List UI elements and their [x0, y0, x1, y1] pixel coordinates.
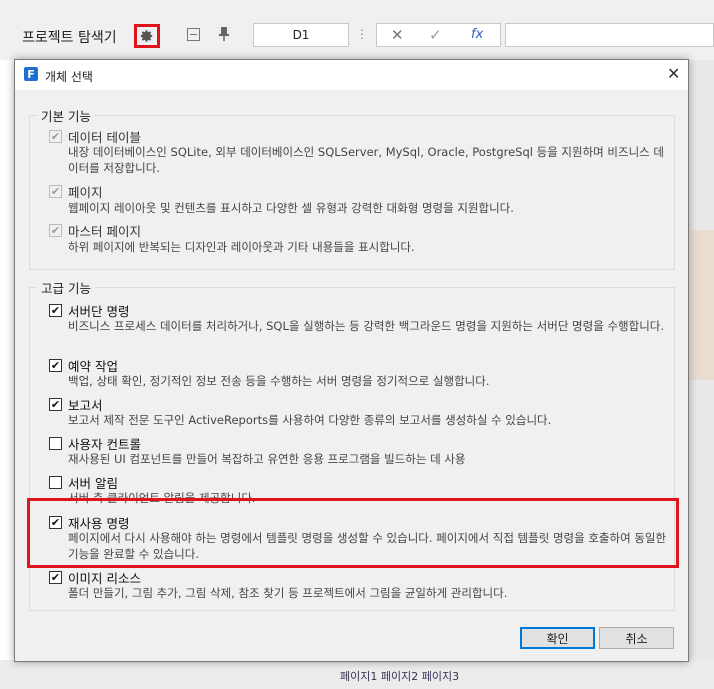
- checkbox-server-notification[interactable]: [49, 476, 62, 489]
- checkbox-user-control[interactable]: [49, 437, 62, 450]
- sheet-area-colored-edge: [690, 230, 714, 380]
- cell-reference-box[interactable]: D1: [253, 23, 349, 47]
- pin-button[interactable]: [218, 26, 230, 45]
- item-desc-report: 보고서 제작 전문 도구인 ActiveReports를 사용하여 다양한 종류…: [68, 413, 552, 427]
- cell-reference-text: D1: [292, 28, 310, 42]
- select-objects-dialog: F 개체 선택 ✕ 기본 기능 ✔ 데이터 테이블 내장 데이터베이스인 SQL…: [14, 59, 689, 662]
- app-logo-icon: F: [24, 67, 38, 81]
- item-desc-scheduled-task: 백업, 상태 확인, 정기적인 정보 전송 등을 수행하는 서버 명령을 정기적…: [68, 374, 490, 388]
- check-icon[interactable]: ✓: [429, 26, 442, 44]
- ok-button[interactable]: 확인: [520, 627, 595, 649]
- item-desc-server-command: 비즈니스 프로세스 데이터를 처리하거나, SQL을 실행하는 등 강력한 백그…: [68, 319, 665, 333]
- formula-buttons: ✕ ✓ fx: [376, 23, 501, 47]
- settings-button[interactable]: [134, 24, 160, 48]
- checkbox-master-page: ✔: [49, 224, 62, 237]
- item-desc-user-control: 재사용된 UI 컴포넌트를 만들어 복잡하고 유연한 응용 프로그램을 빌드하는…: [68, 452, 466, 466]
- dialog-titlebar: F 개체 선택 ✕: [15, 60, 688, 90]
- checkbox-report[interactable]: ✔: [49, 398, 62, 411]
- highlight-box: [27, 498, 679, 568]
- project-explorer-title: 프로젝트 탐색기: [22, 30, 117, 46]
- cancel-icon[interactable]: ✕: [391, 26, 404, 44]
- pin-icon: [219, 27, 229, 41]
- collapse-icon: [187, 28, 200, 41]
- advanced-features-label: 고급 기능: [37, 278, 95, 297]
- sheet-tabs[interactable]: 페이지1 페이지2 페이지3: [340, 668, 459, 684]
- more-options-icon[interactable]: ⋮: [356, 27, 368, 41]
- basic-features-label: 기본 기능: [37, 106, 95, 125]
- item-title-page: 페이지: [68, 185, 103, 200]
- item-title-master-page: 마스터 페이지: [68, 224, 141, 239]
- formula-input[interactable]: [505, 23, 714, 47]
- dialog-title: 개체 선택: [45, 70, 93, 84]
- gear-icon: [140, 30, 153, 42]
- checkbox-data-table: ✔: [49, 130, 62, 143]
- item-desc-image-resource: 폴더 만들기, 그림 추가, 그림 삭제, 참조 찾기 등 프로젝트에서 그림을…: [68, 586, 508, 600]
- checkbox-scheduled-task[interactable]: ✔: [49, 359, 62, 372]
- item-desc-master-page: 하위 페이지에 반복되는 디자인과 레이아웃과 기타 내용들을 표시합니다.: [68, 240, 415, 254]
- cancel-button[interactable]: 취소: [599, 627, 674, 649]
- function-icon[interactable]: fx: [471, 27, 483, 42]
- collapse-button[interactable]: [187, 28, 200, 44]
- checkbox-page: ✔: [49, 185, 62, 198]
- checkbox-image-resource[interactable]: ✔: [49, 571, 62, 584]
- item-desc-page: 웹페이지 레이아웃 및 컨텐츠를 표시하고 다양한 셀 유형과 강력한 대화형 …: [68, 201, 514, 215]
- close-icon[interactable]: ✕: [667, 64, 680, 83]
- checkbox-server-command[interactable]: ✔: [49, 304, 62, 317]
- item-desc-data-table: 내장 데이터베이스인 SQLite, 외부 데이터베이스인 SQLServer,…: [68, 145, 664, 175]
